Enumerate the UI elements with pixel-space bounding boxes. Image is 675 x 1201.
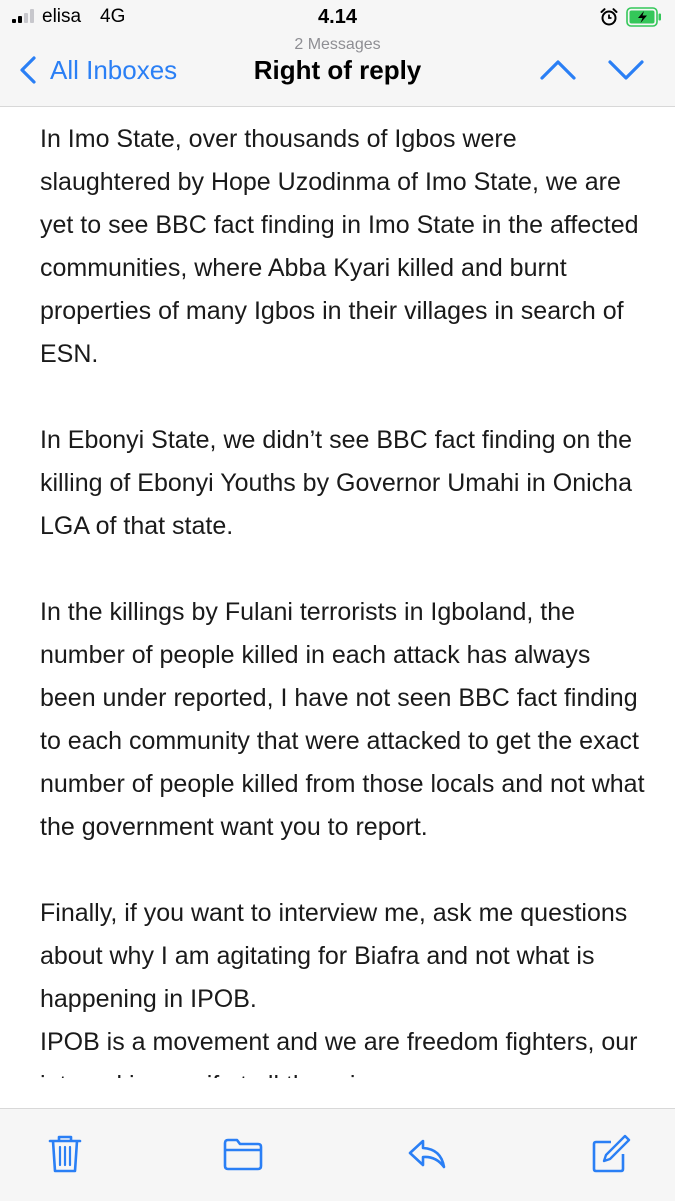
bottom-toolbar — [0, 1108, 675, 1201]
reply-icon[interactable] — [406, 1133, 448, 1175]
body-paragraph: IPOB is a movement and we are freedom fi… — [40, 1028, 638, 1078]
compose-icon[interactable] — [590, 1133, 632, 1175]
nav-bar: 2 Messages All Inboxes Right of reply — [0, 34, 675, 107]
body-paragraph: In the killings by Fulani terrorists in … — [40, 598, 645, 841]
body-paragraph: In Imo State, over thousands of Igbos we… — [40, 125, 639, 368]
status-bar: elisa 4G 4.14 — [0, 0, 675, 34]
chevron-up-icon[interactable] — [538, 54, 578, 84]
body-paragraph: Finally, if you want to interview me, as… — [40, 899, 628, 1013]
chevron-down-icon[interactable] — [606, 54, 646, 84]
body-paragraph: In Ebonyi State, we didn’t see BBC fact … — [40, 426, 633, 540]
alarm-icon — [600, 8, 618, 26]
battery-charging-icon — [626, 7, 661, 27]
trash-icon[interactable] — [44, 1133, 86, 1175]
folder-icon[interactable] — [222, 1133, 264, 1175]
status-time: 4.14 — [318, 6, 357, 28]
email-body: In Imo State, over thousands of Igbos we… — [40, 118, 650, 1078]
